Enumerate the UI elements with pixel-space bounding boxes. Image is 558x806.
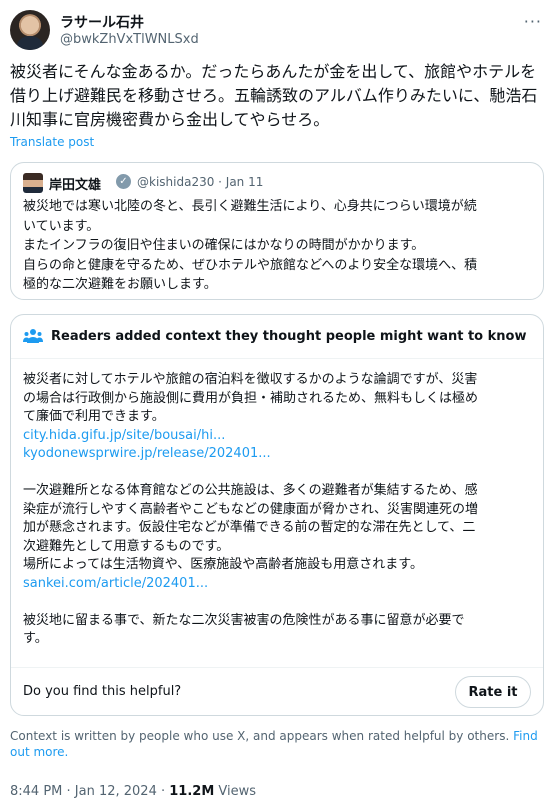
quoted-text-line: 極的な二次避難をお願いします。 [23,277,217,292]
source-link-hida[interactable]: city.hida.gifu.jp/site/bousai/hi... [23,427,533,446]
note-line: の場合は行政側から施設側に費用が負担・補助されるため、無料もしくは極め [23,390,479,406]
note-line: 加が懸念されます。仮設住宅などが準備できる前の暫定的な滞在先として、二 [23,520,476,535]
community-note-header: Readers added context they thought peopl… [11,315,543,359]
community-note: Readers added context they thought peopl… [10,314,544,716]
author-name[interactable]: ラサール石井 [60,12,144,32]
post-text-line: 川知事に官房機密費から金出してやらせろ。 [10,110,330,129]
rate-it-button[interactable]: Rate it [455,676,531,708]
author-avatar[interactable] [10,10,50,50]
helpful-question: Do you find this helpful? [23,684,182,699]
quoted-post[interactable]: 岸田文雄 ✓ @kishida230 · Jan 11 被災地では寒い北陸の冬と… [10,162,544,300]
helpful-rating-bar: Do you find this helpful? Rate it [11,667,543,715]
note-line: 一次避難所となる体育館などの公共施設は、多くの避難者が集結するため、感 [23,483,478,498]
quoted-author-avatar [23,173,43,193]
quoted-text-line: またインフラの復旧や住まいの確保にはかなりの時間がかかります。 [23,238,425,253]
post-text-line: 借り上げ避難民を移動させろ。五輪誘致のアルバム作りみたいに、馳浩石 [10,86,538,105]
note-line: す。 [23,631,48,646]
post-meta: 8:44 PM · Jan 12, 2024 · 11.2M Views [10,784,256,799]
quoted-author-handle-date: @kishida230 · Jan 11 [137,175,264,189]
context-footer: Context is written by people who use X, … [10,728,544,760]
post-text-line: 被災者にそんな金あるか。だったらあんたが金を出して、旅館やホテルを [10,62,537,81]
views-label: Views [214,784,257,799]
more-options-icon[interactable]: ··· [524,12,542,31]
community-note-title: Readers added context they thought peopl… [51,329,527,344]
post-text: 被災者にそんな金あるか。だったらあんたが金を出して、旅館やホテルを 借り上げ避難… [10,60,548,132]
quoted-text-line: 自らの命と健康を守るため、ぜひホテルや旅館などへのより安全な環境へ、積 [23,257,478,273]
source-link-sankei[interactable]: sankei.com/article/202401... [23,575,533,594]
quoted-text-line: 被災地では寒い北陸の冬と、長引く避難生活により、心身共につらい環境が続 [23,199,477,214]
author-handle[interactable]: @bwkZhVxTlWNLSxd [60,32,199,47]
note-line: 被災地に留まる事で、新たな二次災害被害の危険性がある事に留意が必要で [23,612,465,628]
source-link-kyodo[interactable]: kyodonewsprwire.jp/release/202401... [23,445,533,464]
translate-post-link[interactable]: Translate post [10,135,94,149]
quoted-post-text: 被災地では寒い北陸の冬と、長引く避難生活により、心身共につらい環境が続 いていま… [23,197,533,295]
note-line: 次避難先として用意するものです。 [23,538,230,554]
post-header: ラサール石井 @bwkZhVxTlWNLSxd ··· [10,8,548,56]
context-footer-text: Context is written by people who use X, … [10,729,510,743]
note-line: 染症が流行しやすく高齢者やこどもなどの健康面が脅かされ、災害関連死の増 [23,501,479,517]
note-line: 場所によっては生活物資や、医療施設や高齢者施設も用意されます。 [23,557,424,572]
views-count: 11.2M [169,784,215,799]
community-note-body: 被災者に対してホテルや旅館の宿泊料を徴収するかのような論調ですが、災害 の場合は… [23,371,533,667]
note-line: 被災者に対してホテルや旅館の宿泊料を徴収するかのような論調ですが、災害 [23,372,478,387]
note-line: て廉価で利用できます。 [23,409,165,424]
quoted-text-line: いています。 [23,218,100,234]
post-datetime[interactable]: 8:44 PM · Jan 12, 2024 · [10,784,169,799]
people-icon [23,329,43,343]
verified-badge-icon: ✓ [116,174,131,189]
quoted-author-name: 岸田文雄 [49,178,102,193]
